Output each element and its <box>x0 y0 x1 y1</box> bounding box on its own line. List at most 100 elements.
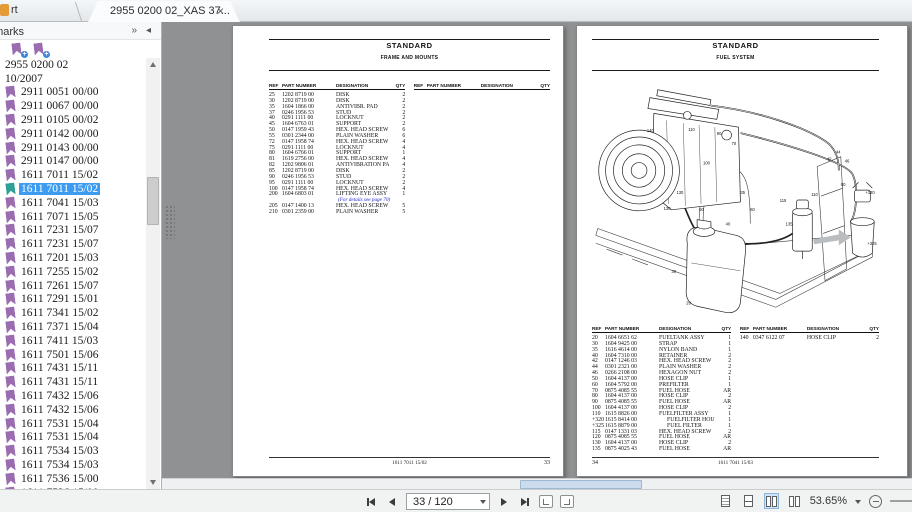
bookmark-flag-icon <box>5 431 15 444</box>
bookmark-item[interactable]: 1611 7501 15/06 <box>0 348 146 362</box>
bookmark-item[interactable]: 1611 7531 15/04 <box>0 431 146 445</box>
bookmark-item[interactable]: 10/2007 <box>0 72 146 86</box>
diagram-callout: 44 <box>836 150 841 155</box>
continuous-facing-view-icon[interactable] <box>787 493 802 509</box>
bookmark-item[interactable]: 1611 7291 15/01 <box>0 293 146 307</box>
scroll-down-icon[interactable] <box>146 476 160 489</box>
bookmark-item[interactable]: 1611 7432 15/06 <box>0 389 146 403</box>
bookmark-item[interactable]: 2911 0051 00/00 <box>0 86 146 100</box>
bookmark-item[interactable]: 2911 0143 00/00 <box>0 141 146 155</box>
parts-row: 2100301 2359 00PLAIN WASHER5 <box>269 209 405 215</box>
header-rule <box>269 70 550 71</box>
bookmark-item[interactable]: 1611 7536 15/00 <box>0 472 146 486</box>
previous-view-icon[interactable] <box>539 495 553 508</box>
bookmark-label: 1611 7411 15/03 <box>19 335 100 347</box>
scrollbar-thumb[interactable] <box>520 480 642 489</box>
facing-view-icon[interactable] <box>764 493 779 509</box>
page-33-content: STANDARD FRAME AND MOUNTS REF PART NUMBE… <box>269 26 550 476</box>
horizontal-scrollbar[interactable] <box>162 478 912 489</box>
bookmark-item[interactable]: 1611 7011 15/02 <box>0 182 146 196</box>
bookmark-item[interactable]: 1611 7231 15/07 <box>0 224 146 238</box>
bookmark-item[interactable]: 1611 7231 15/07 <box>0 237 146 251</box>
bookmark-item[interactable]: 2911 0067 00/00 <box>0 99 146 113</box>
bookmark-item[interactable]: 2911 0147 00/00 <box>0 155 146 169</box>
bookmark-item[interactable]: 1611 7255 15/02 <box>0 265 146 279</box>
zoom-out-icon[interactable] <box>869 495 882 508</box>
col-ref: REF <box>740 326 753 331</box>
bookmark-label: 1611 7255 15/02 <box>19 266 101 278</box>
table-header: REF PART NUMBER DESIGNATION QTY <box>592 326 731 333</box>
bookmark-item[interactable]: 2911 0105 00/02 <box>0 113 146 127</box>
bookmark-flag-icon <box>5 403 15 416</box>
bookmark-item[interactable]: 1611 7432 15/06 <box>0 403 146 417</box>
first-page-icon[interactable] <box>364 494 378 510</box>
panel-resize-handle[interactable] <box>165 205 175 239</box>
bookmark-item[interactable]: 1611 7261 15/07 <box>0 279 146 293</box>
bookmark-flag-icon <box>5 362 15 375</box>
partial-tab-label[interactable]: rt <box>11 4 18 16</box>
bookmark-item[interactable]: 1611 7201 15/03 <box>0 251 146 265</box>
bookmarks-scrollbar[interactable] <box>146 58 160 489</box>
page-dropdown-icon[interactable] <box>480 500 486 507</box>
bookmark-flag-icon <box>5 210 15 223</box>
bookmark-item[interactable]: 1611 7071 15/05 <box>0 210 146 224</box>
diagram-callout: 80 <box>841 182 846 187</box>
cell-part: 0301 2359 00 <box>282 209 336 215</box>
zoom-slider[interactable] <box>890 500 912 502</box>
new-child-bookmark-icon[interactable]: + <box>34 43 48 57</box>
page-number-input[interactable]: 33 / 120 <box>406 493 490 510</box>
zoom-controls: 53.65% <box>718 493 912 509</box>
parts-table: REF PART NUMBER DESIGNATION QTY 251202 8… <box>269 83 550 214</box>
bookmark-item[interactable]: 1611 7341 15/02 <box>0 306 146 320</box>
document-area: STANDARD FRAME AND MOUNTS REF PART NUMBE… <box>162 22 912 489</box>
bookmark-item[interactable]: 1611 7534 15/03 <box>0 458 146 472</box>
partial-tab-icon <box>0 4 9 16</box>
page-footer: 1611 7041 15/03 34 <box>592 457 879 467</box>
status-bar: 33 / 120 53.65% <box>0 489 912 512</box>
new-bookmark-icon[interactable]: + <box>12 43 26 57</box>
single-page-view-icon[interactable] <box>718 493 733 509</box>
tab-close-icon[interactable]: × <box>217 4 224 18</box>
document-tab[interactable]: 2955 0200 02_XAS 37... × <box>88 1 240 22</box>
bookmark-label: 2911 0105 00/02 <box>19 114 101 126</box>
bookmark-flag-icon <box>5 334 15 347</box>
document-tab-title: 2955 0200 02_XAS 37... <box>110 5 230 17</box>
diagram-callout: 100 <box>703 161 711 166</box>
parts-table-right-column: REF PART NUMBER DESIGNATION QTY 1400347 … <box>740 326 879 452</box>
bookmark-item[interactable]: 1611 7411 15/03 <box>0 334 146 348</box>
diagram-callout: 120 <box>664 206 672 211</box>
bookmark-flag-icon <box>5 265 15 278</box>
continuous-view-icon[interactable] <box>741 493 756 509</box>
bookmark-item[interactable]: 1611 7534 15/03 <box>0 444 146 458</box>
diagram-callout: 46 <box>845 159 850 164</box>
page-subtitle: FRAME AND MOUNTS <box>269 55 550 61</box>
bookmark-item[interactable]: 1611 7011 15/02 <box>0 168 146 182</box>
expand-panels-icon[interactable]: » <box>131 25 135 37</box>
next-view-icon[interactable] <box>560 495 574 508</box>
bookmark-item[interactable]: 1611 7431 15/11 <box>0 362 146 376</box>
next-page-icon[interactable] <box>497 494 511 510</box>
bookmark-item[interactable]: 1611 7041 15/03 <box>0 196 146 210</box>
bookmark-item[interactable]: 2911 0142 00/00 <box>0 127 146 141</box>
bookmark-label: 1611 7371 15/04 <box>19 321 101 333</box>
bookmark-label: 2911 0142 00/00 <box>19 128 101 140</box>
bookmark-label: 1611 7531 15/04 <box>19 431 101 443</box>
previous-page-icon[interactable] <box>385 494 399 510</box>
table-rows: 251202 8719 00DISK2301202 8719 00DISK235… <box>269 92 405 214</box>
collapse-panel-icon[interactable]: ◂ <box>146 25 151 37</box>
bookmark-item[interactable]: 1611 7531 15/04 <box>0 417 146 431</box>
bookmark-flag-icon <box>5 141 15 154</box>
bookmark-item[interactable]: 1611 7371 15/04 <box>0 320 146 334</box>
scrollbar-thumb[interactable] <box>147 177 159 225</box>
scroll-up-icon[interactable] <box>146 58 160 71</box>
col-designation: DESIGNATION <box>481 83 534 88</box>
table-header: REF PART NUMBER DESIGNATION QTY <box>740 326 879 333</box>
zoom-dropdown-icon[interactable] <box>855 500 861 507</box>
last-page-icon[interactable] <box>518 494 532 510</box>
parts-table: REF PART NUMBER DESIGNATION QTY 201604 6… <box>592 326 879 452</box>
bookmark-item[interactable]: 1611 7431 15/11 <box>0 375 146 389</box>
bookmark-flag-icon <box>5 458 15 471</box>
bookmark-item[interactable]: 2955 0200 02 <box>0 58 146 72</box>
cell-des: HOSE CLIP <box>807 335 863 341</box>
diagram-callout: +320 <box>865 190 875 195</box>
